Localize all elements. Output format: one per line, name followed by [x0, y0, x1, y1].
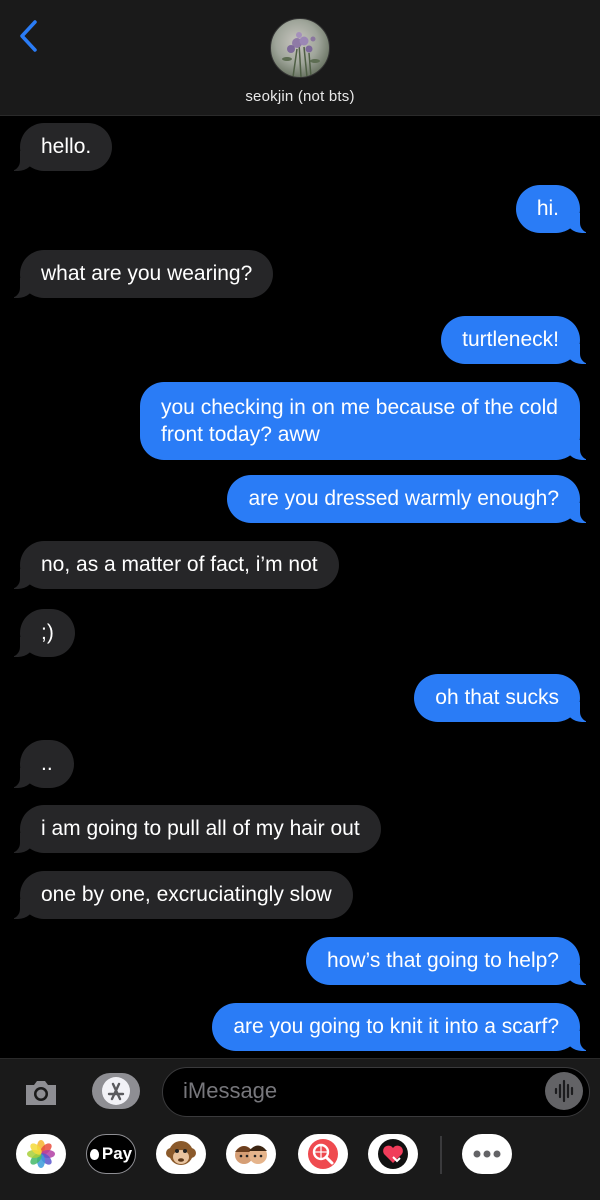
app-store-icon: [102, 1077, 130, 1105]
message-bubble-outgoing[interactable]: are you dressed warmly enough?: [227, 475, 592, 523]
images-search-button[interactable]: [298, 1134, 348, 1174]
digital-touch-button[interactable]: [368, 1134, 418, 1174]
back-button[interactable]: [14, 18, 44, 54]
message-bubble-incoming[interactable]: hello.: [7, 123, 113, 171]
message-bubble-incoming[interactable]: what are you wearing?: [7, 250, 274, 298]
message-bubble-outgoing[interactable]: how’s that going to help?: [306, 937, 592, 985]
memoji-icon: [235, 1145, 267, 1164]
message-bubble-incoming[interactable]: no, as a matter of fact, i’m not: [8, 541, 339, 589]
animoji-app-button[interactable]: [156, 1134, 206, 1174]
message-bubble-outgoing[interactable]: hi.: [515, 185, 593, 233]
audio-waveform-icon: [554, 1079, 574, 1103]
message-bubble-outgoing[interactable]: you checking in on me because of the col…: [140, 382, 592, 460]
flower-photo-icon: [282, 32, 320, 77]
apple-pay-button[interactable]: Pay: [86, 1134, 136, 1174]
camera-icon: [26, 1081, 56, 1105]
camera-button[interactable]: [22, 1073, 60, 1111]
apple-logo-icon: [89, 1148, 99, 1160]
message-bubble-incoming[interactable]: i am going to pull all of my hair out: [8, 805, 381, 853]
message-bubble-incoming[interactable]: ;): [8, 609, 75, 657]
memoji-stickers-button[interactable]: [226, 1134, 276, 1174]
composer-bar: [0, 1058, 600, 1200]
message-bubble-outgoing[interactable]: turtleneck!: [441, 316, 592, 364]
globe-search-icon: [308, 1139, 338, 1169]
dictation-button[interactable]: [545, 1072, 583, 1110]
message-thread: hello. hi. what are you wearing? turtlen…: [0, 116, 600, 1058]
message-input-field[interactable]: [162, 1067, 590, 1117]
photos-icon: [27, 1140, 55, 1168]
contact-avatar[interactable]: [270, 18, 330, 78]
conversation-header: seokjin (not bts): [0, 0, 600, 116]
message-bubble-outgoing[interactable]: oh that sucks: [414, 674, 592, 722]
chevron-left-icon: [20, 20, 37, 52]
heart-touch-icon: [378, 1139, 408, 1169]
message-input[interactable]: [183, 1068, 533, 1114]
message-bubble-incoming[interactable]: ..: [8, 740, 74, 788]
message-bubble-outgoing[interactable]: are you going to knit it into a scarf?: [212, 1003, 592, 1051]
apple-pay-label: Pay: [101, 1144, 133, 1163]
message-bubble-incoming[interactable]: one by one, excruciatingly slow: [8, 871, 353, 919]
monkey-animoji-icon: [166, 1141, 196, 1165]
app-drawer-divider: [440, 1136, 442, 1174]
more-apps-button[interactable]: [462, 1134, 512, 1174]
ellipsis-icon: [473, 1150, 501, 1158]
photos-app-button[interactable]: [16, 1134, 66, 1174]
contact-name[interactable]: seokjin (not bts): [0, 88, 600, 105]
app-store-button[interactable]: [92, 1073, 140, 1109]
